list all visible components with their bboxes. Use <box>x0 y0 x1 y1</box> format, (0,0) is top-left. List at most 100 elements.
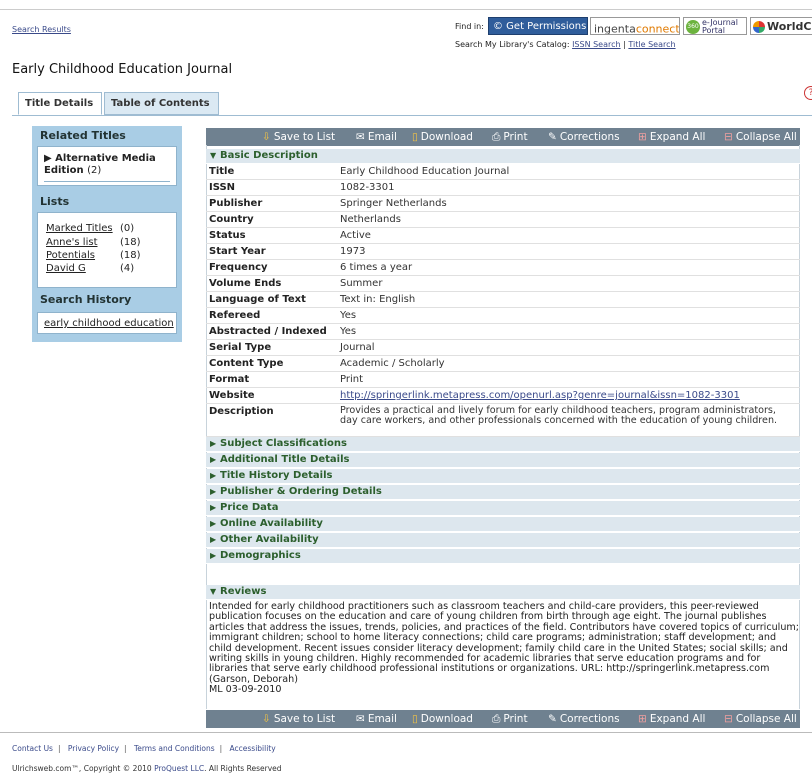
triangle-right-icon: ▶ <box>210 487 217 496</box>
corrections-button[interactable]: ✎ Corrections <box>548 713 620 725</box>
privacy-policy-link[interactable]: Privacy Policy <box>68 744 119 753</box>
issn-search-link[interactable]: ISSN Search <box>572 40 621 49</box>
catalog-prefix: Search My Library's Catalog: <box>455 40 570 49</box>
download-icon: ▯ <box>412 713 418 725</box>
collapse-all-button[interactable]: ⊟ Collapse All <box>724 131 797 143</box>
expand-label: Expand All <box>649 131 706 143</box>
terms-link[interactable]: Terms and Conditions <box>134 744 215 753</box>
table-row: Title Early Childhood Education Journal <box>206 164 800 180</box>
section-subject-classifications[interactable]: ▶ Subject Classifications <box>206 437 800 452</box>
related-divider <box>44 181 170 182</box>
related-item-alternative-media[interactable]: ▶ Alternative Media Edition (2) <box>44 153 174 177</box>
footer-sep: | <box>219 744 223 753</box>
ejournal-portal-button[interactable]: 360 e-Journal Portal <box>683 17 747 35</box>
row-value: Summer <box>340 278 383 289</box>
download-button[interactable]: ▯ Download <box>412 131 473 143</box>
row-value: Journal <box>340 342 375 353</box>
list-item: Anne's list (18) <box>46 237 141 249</box>
top-divider <box>0 9 812 10</box>
list-link-annes-list[interactable]: Anne's list <box>46 237 98 248</box>
table-row: Volume Ends Summer <box>206 276 800 292</box>
lists-box: Marked Titles (0) Anne's list (18) Potenti… <box>37 212 177 288</box>
triangle-right-icon: ▶ <box>210 535 217 544</box>
row-label: Format <box>209 374 250 385</box>
list-item: David G (4) <box>46 263 134 275</box>
triangle-right-icon: ▶ <box>210 551 217 560</box>
save-label: Save to List <box>273 713 336 725</box>
expand-all-button[interactable]: ⊞ Expand All <box>638 131 705 143</box>
search-results-link[interactable]: Search Results <box>12 25 71 34</box>
worldcat-text: WorldCat <box>767 20 812 33</box>
proquest-link[interactable]: ProQuest LLC <box>154 764 204 773</box>
table-row: ISSN 1082-3301 <box>206 180 800 196</box>
search-history-link[interactable]: early childhood education <box>44 318 174 329</box>
section-label: Subject Classifications <box>220 438 347 449</box>
ingenta-connect-button[interactable]: ingentaconnect™ <box>590 17 680 35</box>
download-button[interactable]: ▯ Download <box>412 713 473 725</box>
accessibility-link[interactable]: Accessibility <box>230 744 276 753</box>
save-to-list-button[interactable]: ⇩ Save to List <box>262 713 335 725</box>
collapse-all-button[interactable]: ⊟ Collapse All <box>724 713 797 725</box>
get-permissions-button[interactable]: © Get Permissions <box>488 17 588 35</box>
row-label: Publisher <box>209 198 263 209</box>
print-icon: ⎙ <box>492 713 501 725</box>
row-label: Refereed <box>209 310 261 321</box>
list-link-potentials[interactable]: Potentials <box>46 250 95 261</box>
section-demographics[interactable]: ▶ Demographics <box>206 549 800 564</box>
list-count: (4) <box>120 263 135 274</box>
row-label: Description <box>209 406 274 417</box>
email-button[interactable]: ✉ Email <box>356 713 397 725</box>
save-list-icon: ⇩ <box>262 131 271 143</box>
section-additional-title-details[interactable]: ▶ Additional Title Details <box>206 453 800 468</box>
contact-us-link[interactable]: Contact Us <box>12 744 53 753</box>
pencil-icon: ✎ <box>548 131 557 143</box>
expand-all-button[interactable]: ⊞ Expand All <box>638 713 705 725</box>
print-button[interactable]: ⎙ Print <box>492 131 528 144</box>
footer-divider <box>0 732 812 733</box>
row-label: Website <box>209 390 255 401</box>
save-to-list-button[interactable]: ⇩ Save to List <box>262 131 335 143</box>
row-value: 6 times a year <box>340 262 413 273</box>
section-basic-description[interactable]: ▼ Basic Description <box>206 149 800 164</box>
triangle-right-icon: ▶ <box>210 439 217 448</box>
corrections-button[interactable]: ✎ Corrections <box>548 131 620 143</box>
collapse-icon: ⊟ <box>724 131 733 143</box>
search-history-heading: Search History <box>40 293 132 306</box>
row-label: Country <box>209 214 254 225</box>
website-link[interactable]: http://springerlink.metapress.com/openur… <box>340 388 796 403</box>
print-button[interactable]: ⎙ Print <box>492 713 528 726</box>
triangle-right-icon: ▶ <box>210 519 217 528</box>
expand-icon: ⊞ <box>638 131 647 143</box>
section-other-availability[interactable]: ▶ Other Availability <box>206 533 800 548</box>
tab-table-of-contents[interactable]: Table of Contents <box>104 92 219 115</box>
section-reviews[interactable]: ▼ Reviews <box>206 585 800 600</box>
email-button[interactable]: ✉ Email <box>356 131 397 143</box>
tab-title-details[interactable]: Title Details <box>18 92 102 115</box>
help-icon[interactable]: ? <box>804 86 812 100</box>
catalog-sep: | <box>623 40 626 49</box>
list-link-david-g[interactable]: David G <box>46 263 86 274</box>
row-value: Text in: English <box>340 294 416 305</box>
row-label: Serial Type <box>209 342 272 353</box>
list-link-marked-titles[interactable]: Marked Titles <box>46 223 113 234</box>
print-label: Print <box>503 713 528 725</box>
email-label: Email <box>367 131 397 143</box>
row-value: Netherlands <box>340 214 401 225</box>
section-publisher-ordering[interactable]: ▶ Publisher & Ordering Details <box>206 485 800 500</box>
section-online-availability[interactable]: ▶ Online Availability <box>206 517 800 532</box>
title-search-link[interactable]: Title Search <box>628 40 675 49</box>
triangle-right-icon: ▶ <box>210 503 217 512</box>
section-label: Publisher & Ordering Details <box>220 486 382 497</box>
section-price-data[interactable]: ▶ Price Data <box>206 501 800 516</box>
section-title-history-details[interactable]: ▶ Title History Details <box>206 469 800 484</box>
table-row: Status Active <box>206 228 800 244</box>
table-row: Language of Text Text in: English <box>206 292 800 308</box>
section-label: Basic Description <box>220 150 318 161</box>
sidebar: Related Titles ▶ Alternative Media Editi… <box>32 126 182 342</box>
ejournal-text: e-Journal Portal <box>702 19 738 35</box>
worldcat-globe-icon <box>753 21 765 33</box>
download-icon: ▯ <box>412 131 418 143</box>
search-history-box: early childhood education <box>37 312 177 334</box>
row-label: Start Year <box>209 246 266 257</box>
worldcat-button[interactable]: WorldCat <box>750 17 812 35</box>
